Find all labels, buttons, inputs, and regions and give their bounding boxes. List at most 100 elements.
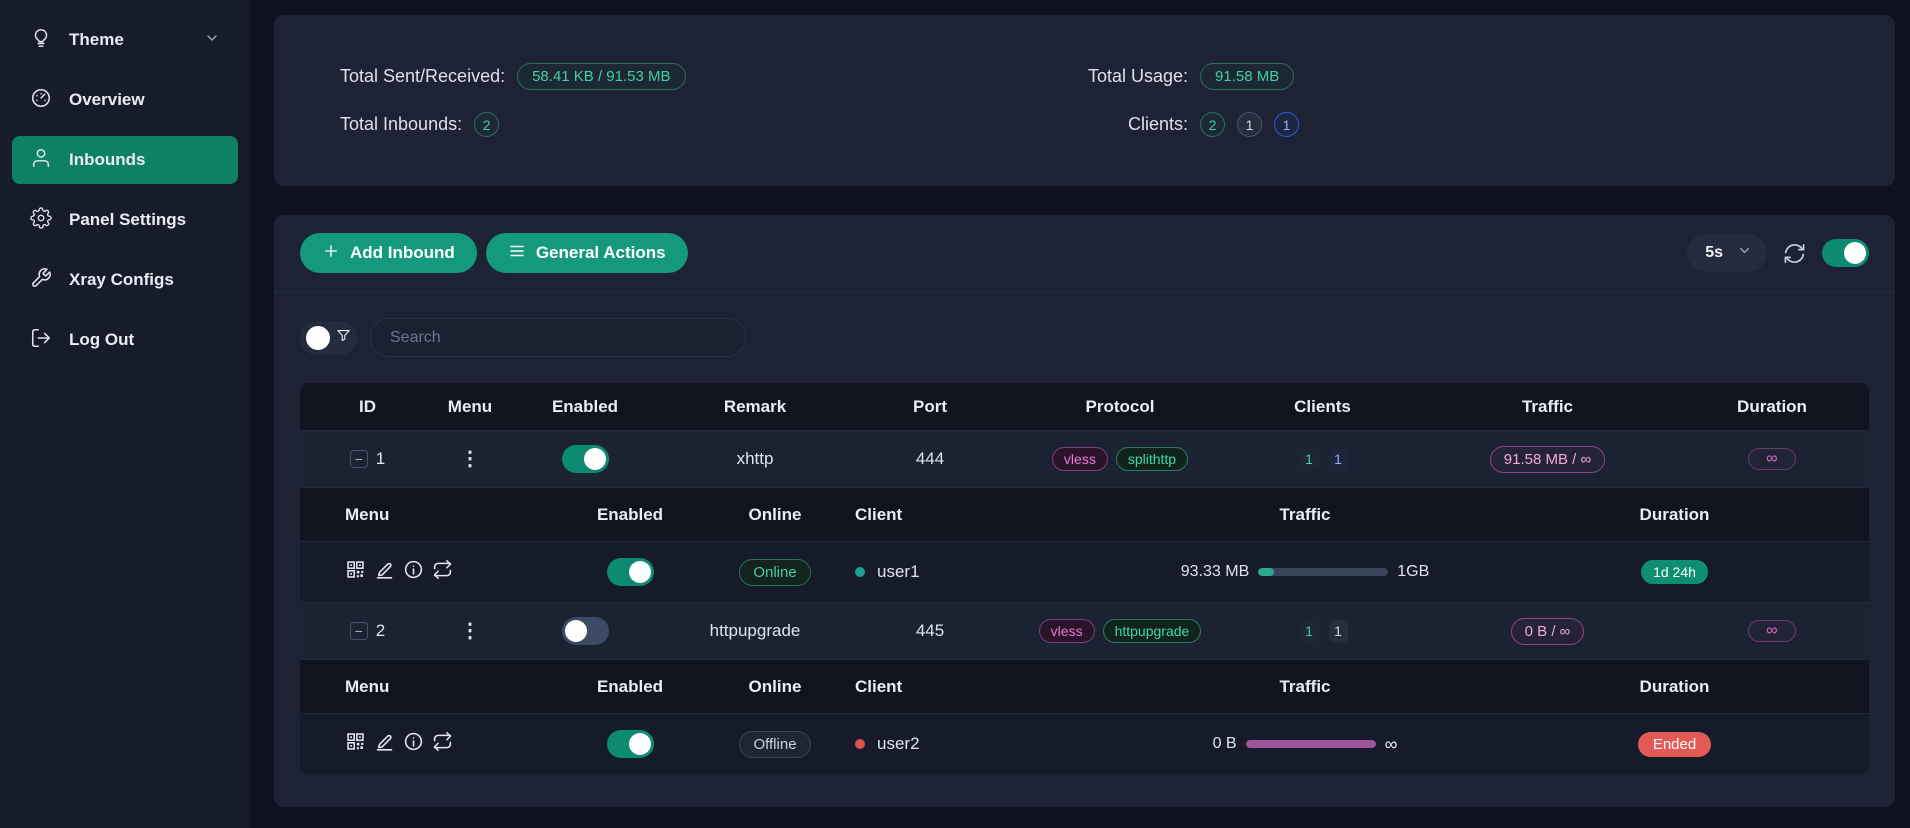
collapse-row-button[interactable]: − xyxy=(350,450,368,468)
collapse-row-button[interactable]: − xyxy=(350,622,368,640)
sidebar-item-overview[interactable]: Overview xyxy=(12,76,238,124)
client-online-badge: Offline xyxy=(739,731,810,758)
info-icon[interactable] xyxy=(403,559,424,585)
menu-lines-icon xyxy=(508,242,526,265)
sidebar-item-label: Theme xyxy=(69,30,124,50)
traffic-progress-fill xyxy=(1246,740,1376,748)
qrcode-icon[interactable] xyxy=(345,559,366,585)
stats-right-column: Total Usage: 91.58 MB Clients: 2 1 1 xyxy=(1068,64,1299,138)
toolbar-right-controls: 5s xyxy=(1687,234,1869,272)
sidebar-item-logout[interactable]: Log Out xyxy=(12,316,238,364)
sidebar-item-label: Overview xyxy=(69,90,145,110)
sidebar-item-theme[interactable]: Theme xyxy=(12,16,238,64)
subcol-header-menu: Menu xyxy=(300,505,540,525)
traffic-progress-fill xyxy=(1258,568,1274,576)
client-traffic-cell: 93.33 MB 1GB xyxy=(1130,563,1480,581)
protocol-badge: vless xyxy=(1052,447,1108,471)
repeat-icon[interactable] xyxy=(432,731,453,757)
sidebar-item-label: Inbounds xyxy=(69,150,145,170)
repeat-icon[interactable] xyxy=(432,559,453,585)
client-count-badge: 1 xyxy=(1298,620,1321,643)
lightbulb-icon xyxy=(30,27,52,54)
col-header-port: Port xyxy=(845,397,1015,417)
stat-sent-received: Total Sent/Received: 58.41 KB / 91.53 MB xyxy=(340,64,686,90)
sidebar-item-label: Panel Settings xyxy=(69,210,186,230)
transport-badge: splithttp xyxy=(1116,447,1188,471)
inbound-row[interactable]: − 2 ⋮ httpupgrade 445 vless httpupgrade … xyxy=(300,602,1869,659)
stat-label: Total Usage: xyxy=(1068,66,1188,87)
subcol-header-enabled: Enabled xyxy=(540,677,720,697)
client-row: Online user1 93.33 MB 1GB 1d 24h xyxy=(300,541,1869,602)
general-actions-button[interactable]: General Actions xyxy=(486,233,688,273)
subcol-header-client: Client xyxy=(830,505,1130,525)
inbound-protocol-cell: vless splithttp xyxy=(1015,447,1225,471)
client-name: user2 xyxy=(877,734,920,754)
stat-total-inbounds: Total Inbounds: 2 xyxy=(340,112,686,138)
sidebar-item-inbounds[interactable]: Inbounds xyxy=(12,136,238,184)
stats-left-column: Total Sent/Received: 58.41 KB / 91.53 MB… xyxy=(340,64,686,138)
client-count-badge: 1 xyxy=(1298,448,1321,471)
subcol-header-online: Online xyxy=(720,677,830,697)
col-header-clients: Clients xyxy=(1225,397,1420,417)
traffic-progress-bar xyxy=(1258,568,1388,576)
subcol-header-traffic: Traffic xyxy=(1130,677,1480,697)
client-name-cell: user2 xyxy=(830,734,1130,754)
chevron-down-icon xyxy=(1737,243,1752,263)
filter-toggle[interactable] xyxy=(300,321,357,355)
protocol-badge: vless xyxy=(1039,619,1095,643)
client-menu-cell xyxy=(300,731,540,757)
inbound-duration-badge: ∞ xyxy=(1748,448,1795,470)
traffic-used: 0 B xyxy=(1213,735,1237,753)
general-actions-label: General Actions xyxy=(536,243,666,263)
client-duration-badge: 1d 24h xyxy=(1641,560,1708,584)
col-header-duration: Duration xyxy=(1675,397,1869,417)
inbound-traffic-badge: 0 B / ∞ xyxy=(1511,618,1585,645)
col-header-menu: Menu xyxy=(435,397,505,417)
plus-icon xyxy=(322,242,340,265)
row-menu-button[interactable]: ⋮ xyxy=(460,621,480,641)
usage-badge: 91.58 MB xyxy=(1200,63,1294,90)
stat-label: Total Sent/Received: xyxy=(340,66,505,87)
subcol-header-online: Online xyxy=(720,505,830,525)
inbound-row[interactable]: − 1 ⋮ xhttp 444 vless splithttp 1 1 xyxy=(300,430,1869,487)
client-enabled-toggle[interactable] xyxy=(607,558,654,586)
inbound-enabled-toggle[interactable] xyxy=(562,617,609,645)
col-header-id: ID xyxy=(300,397,435,417)
inbound-id-cell: − 2 xyxy=(300,621,435,641)
stat-clients: Clients: 2 1 1 xyxy=(1068,112,1299,138)
row-menu-button[interactable]: ⋮ xyxy=(460,449,480,469)
client-table-header-row: Menu Enabled Online Client Traffic Durat… xyxy=(300,487,1869,541)
refresh-interval-value: 5s xyxy=(1705,244,1723,262)
inbound-id-cell: − 1 xyxy=(300,449,435,469)
col-header-enabled: Enabled xyxy=(505,397,665,417)
sidebar: Theme Overview Inbounds Panel Settings X… xyxy=(0,0,250,828)
info-icon[interactable] xyxy=(403,731,424,757)
search-input[interactable] xyxy=(370,318,746,357)
client-row: Offline user2 0 B ∞ Ended xyxy=(300,713,1869,774)
stat-total-usage: Total Usage: 91.58 MB xyxy=(1068,64,1299,90)
refresh-icon[interactable] xyxy=(1783,242,1806,265)
inbounds-card: Add Inbound General Actions 5s xyxy=(274,215,1895,807)
add-inbound-button[interactable]: Add Inbound xyxy=(300,233,477,273)
col-header-protocol: Protocol xyxy=(1015,397,1225,417)
sidebar-item-panel-settings[interactable]: Panel Settings xyxy=(12,196,238,244)
auto-refresh-toggle[interactable] xyxy=(1822,239,1869,267)
client-enabled-toggle[interactable] xyxy=(607,730,654,758)
stats-card: Total Sent/Received: 58.41 KB / 91.53 MB… xyxy=(274,15,1895,186)
edit-icon[interactable] xyxy=(374,731,395,757)
traffic-total: ∞ xyxy=(1385,734,1398,755)
client-traffic-cell: 0 B ∞ xyxy=(1130,734,1480,755)
qrcode-icon[interactable] xyxy=(345,731,366,757)
traffic-total: 1GB xyxy=(1397,563,1429,581)
inbound-enabled-toggle[interactable] xyxy=(562,445,609,473)
refresh-interval-select[interactable]: 5s xyxy=(1687,234,1767,272)
inbound-remark: xhttp xyxy=(665,449,845,469)
client-status-dot xyxy=(855,567,865,577)
sidebar-item-xray-configs[interactable]: Xray Configs xyxy=(12,256,238,304)
edit-icon[interactable] xyxy=(374,559,395,585)
subcol-header-duration: Duration xyxy=(1480,677,1869,697)
inbounds-count-badge: 2 xyxy=(474,112,499,137)
client-online-count-badge: 1 xyxy=(1329,448,1348,471)
clients-total-badge: 2 xyxy=(1200,112,1225,137)
subcol-header-traffic: Traffic xyxy=(1130,505,1480,525)
